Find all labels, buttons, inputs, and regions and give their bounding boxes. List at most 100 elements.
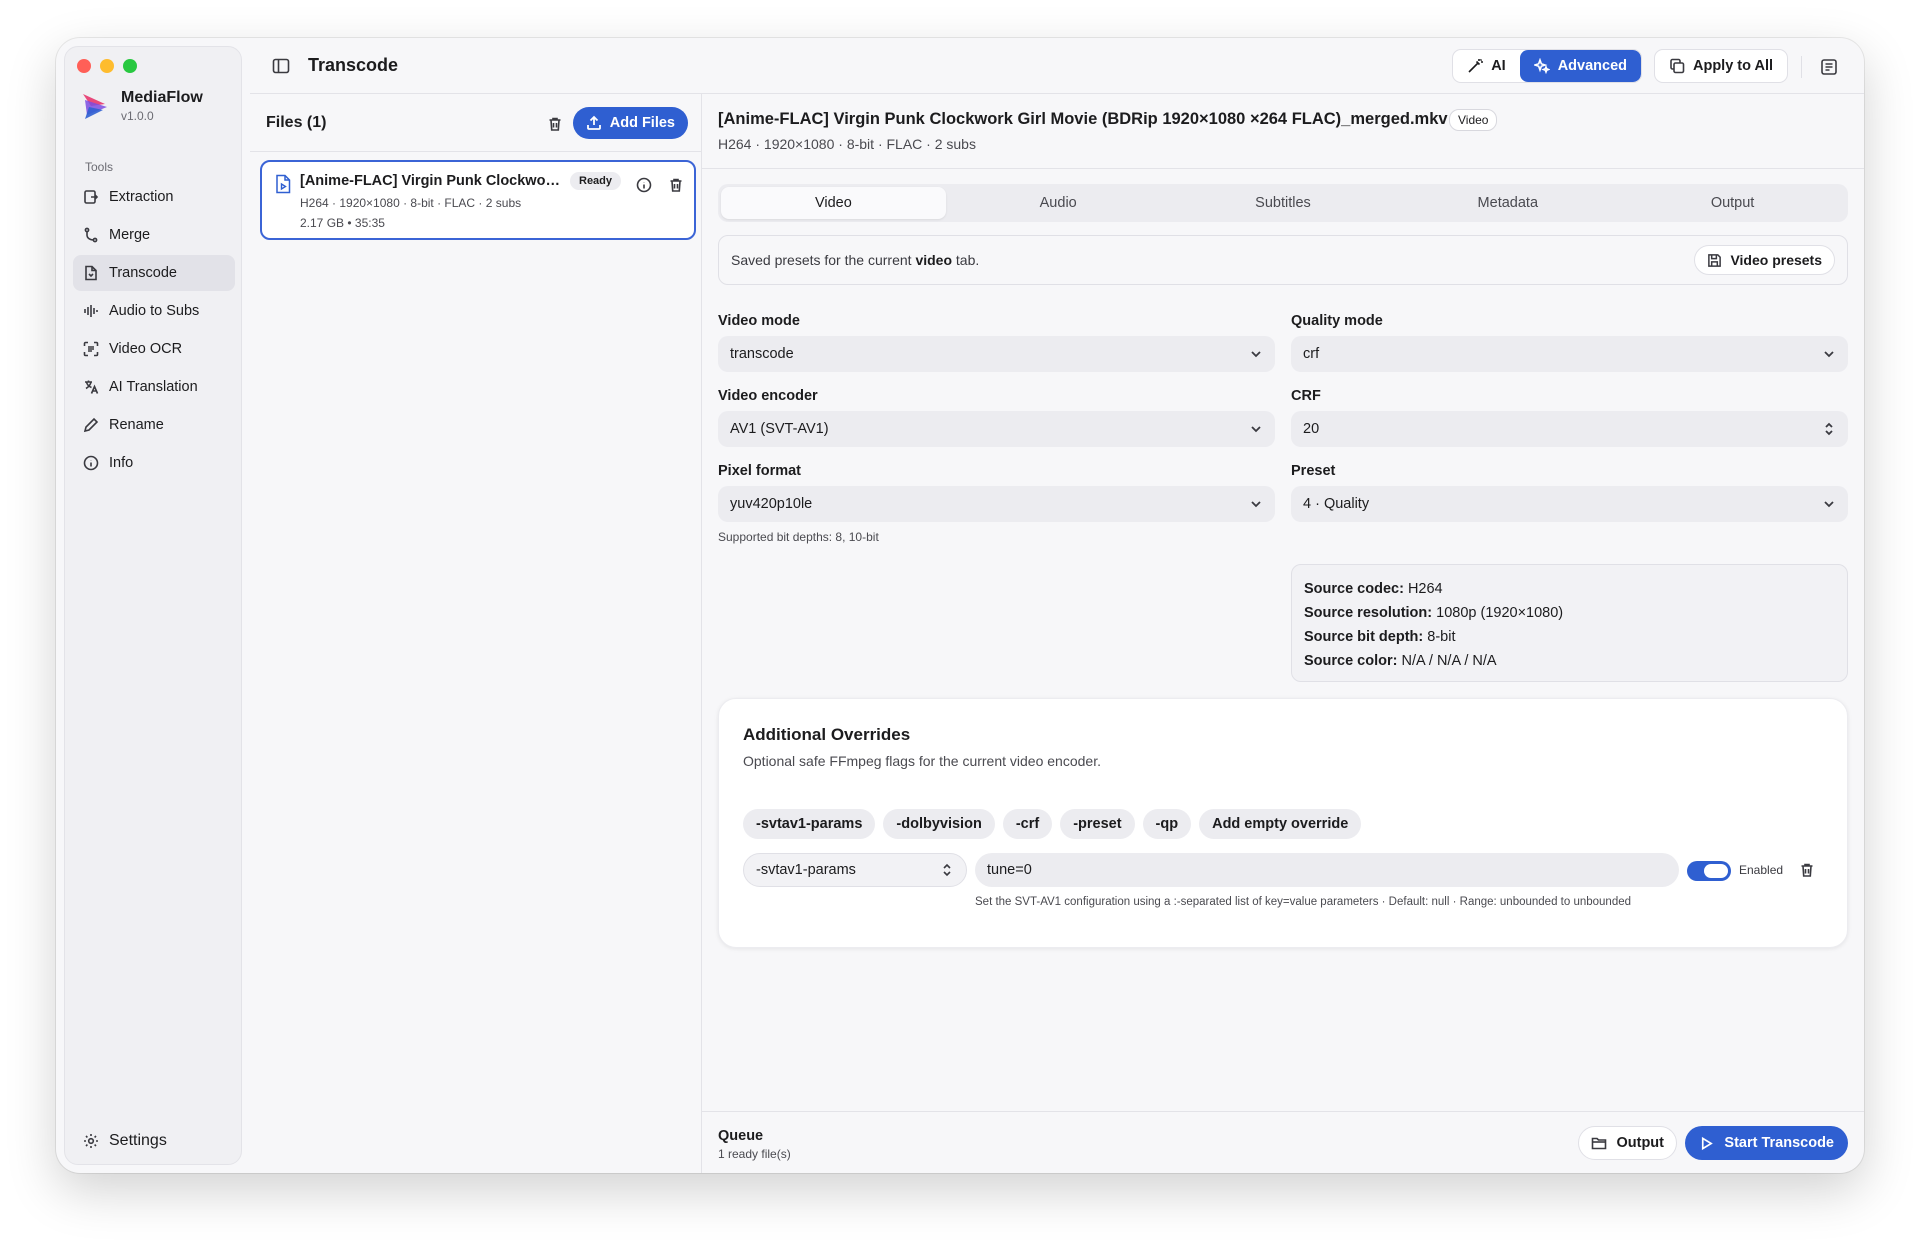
- pixel-format-hint: Supported bit depths: 8, 10-bit: [718, 530, 879, 544]
- tools-section-label: Tools: [85, 160, 114, 174]
- copy-icon: [1670, 58, 1685, 74]
- crf-label: CRF: [1291, 388, 1321, 404]
- sidebar-item-merge[interactable]: Merge: [73, 217, 235, 253]
- selected-file-title: [Anime-FLAC] Virgin Punk Clockwork Girl …: [718, 110, 1448, 128]
- sidebar-item-audio-to-subs[interactable]: Audio to Subs: [73, 293, 235, 329]
- ai-mode-label: AI: [1491, 58, 1506, 74]
- quality-mode-select[interactable]: crf: [1291, 336, 1848, 372]
- preset-select[interactable]: 4 · Quality: [1291, 486, 1848, 522]
- mode-toggle-group: AI Advanced: [1452, 49, 1642, 83]
- app-window: MediaFlow v1.0.0 Tools Extraction Merge …: [56, 38, 1864, 1173]
- tab-metadata[interactable]: Metadata: [1395, 187, 1620, 219]
- quality-mode-value: crf: [1303, 346, 1320, 362]
- waveform-icon: [84, 305, 98, 317]
- crf-stepper[interactable]: 20: [1291, 411, 1848, 447]
- brand: MediaFlow v1.0.0: [81, 89, 203, 123]
- chip-crf[interactable]: -crf: [1002, 809, 1053, 839]
- chip-qp[interactable]: -qp: [1142, 809, 1192, 839]
- advanced-mode-label: Advanced: [1557, 58, 1627, 74]
- source-resolution: Source resolution: 1080p (1920×1080): [1304, 605, 1564, 621]
- queue-footer: Queue 1 ready file(s) Output Start Trans…: [702, 1111, 1864, 1173]
- video-presets-button[interactable]: Video presets: [1694, 245, 1835, 275]
- delete-override-trash-icon[interactable]: [1799, 862, 1815, 878]
- video-mode-select[interactable]: transcode: [718, 336, 1275, 372]
- sidebar-item-transcode[interactable]: Transcode: [73, 255, 235, 291]
- pixel-format-select[interactable]: yuv420p10le: [718, 486, 1275, 522]
- sidebar-item-label: Rename: [109, 417, 164, 433]
- sidebar-item-label: AI Translation: [109, 379, 198, 395]
- chevron-down-icon: [1251, 351, 1261, 358]
- file-size-duration: 2.17 GB • 35:35: [300, 216, 385, 230]
- sidebar-item-info[interactable]: Info: [73, 445, 235, 481]
- preset-label: Preset: [1291, 463, 1336, 479]
- tab-output[interactable]: Output: [1620, 187, 1845, 219]
- zoom-window-button[interactable]: [123, 59, 137, 73]
- chip-dolbyvision[interactable]: -dolbyvision: [883, 809, 995, 839]
- transcode-main: [Anime-FLAC] Virgin Punk Clockwork Girl …: [702, 94, 1864, 1173]
- settings-button[interactable]: Settings: [83, 1132, 167, 1150]
- sidebar-item-label: Merge: [109, 227, 151, 243]
- pencil-icon: [83, 417, 99, 433]
- output-folder-button[interactable]: Output: [1578, 1126, 1677, 1160]
- overrides-title: Additional Overrides: [743, 725, 911, 744]
- remove-file-trash-icon[interactable]: [668, 177, 684, 193]
- override-flag-select[interactable]: -svtav1-params: [743, 853, 967, 887]
- overrides-subtitle: Optional safe FFmpeg flags for the curre…: [743, 753, 1101, 769]
- file-type-badge: Video: [1449, 109, 1498, 131]
- file-card[interactable]: [Anime-FLAC] Virgin Punk Clockwork Girl …: [260, 160, 696, 240]
- queue-status: 1 ready file(s): [718, 1147, 791, 1161]
- advanced-mode-button[interactable]: Advanced: [1519, 50, 1641, 82]
- tab-audio[interactable]: Audio: [946, 187, 1171, 219]
- override-enabled-label: Enabled: [1739, 863, 1784, 877]
- settings-label: Settings: [109, 1132, 167, 1149]
- start-transcode-label: Start Transcode: [1724, 1135, 1834, 1151]
- toolbar-divider: [1801, 56, 1802, 78]
- quality-mode-label: Quality mode: [1291, 313, 1383, 329]
- pixel-format-value: yuv420p10le: [730, 496, 813, 512]
- sidebar-item-label: Info: [109, 455, 134, 471]
- folder-icon: [1592, 1137, 1607, 1150]
- chevron-down-icon: [1251, 426, 1261, 433]
- save-icon: [1708, 253, 1722, 267]
- chevron-up-down-icon: [1825, 422, 1833, 436]
- app-version: v1.0.0: [121, 109, 154, 123]
- sidebar-item-extraction[interactable]: Extraction: [73, 179, 235, 215]
- sidebar-item-video-ocr[interactable]: Video OCR: [73, 331, 235, 367]
- chip-svtav1-params[interactable]: -svtav1-params: [743, 809, 876, 839]
- override-value-input[interactable]: tune=0: [975, 853, 1679, 887]
- minimize-window-button[interactable]: [100, 59, 114, 73]
- video-encoder-select[interactable]: AV1 (SVT-AV1): [718, 411, 1275, 447]
- source-color: Source color: N/A / N/A / N/A: [1304, 653, 1497, 669]
- add-files-button[interactable]: Add Files: [572, 107, 688, 139]
- output-label: Output: [1616, 1135, 1664, 1151]
- apply-to-all-button[interactable]: Apply to All: [1653, 49, 1788, 83]
- ai-mode-button[interactable]: AI: [1453, 50, 1520, 82]
- tab-subtitles[interactable]: Subtitles: [1171, 187, 1396, 219]
- magic-wand-icon: [1468, 58, 1484, 73]
- extract-icon: [84, 190, 99, 204]
- file-info-icon[interactable]: [636, 177, 652, 193]
- sidebar-toggle-icon[interactable]: [272, 57, 290, 75]
- log-panel-icon[interactable]: [1820, 58, 1838, 76]
- preset-value: 4 · Quality: [1303, 496, 1370, 512]
- close-window-button[interactable]: [77, 59, 91, 73]
- override-help-text: Set the SVT-AV1 configuration using a :-…: [975, 896, 1632, 908]
- sidebar-item-ai-translation[interactable]: AI Translation: [73, 369, 235, 405]
- scan-icon: [83, 341, 99, 357]
- file-status-badge: Ready: [570, 172, 622, 190]
- video-encoder-value: AV1 (SVT-AV1): [730, 421, 829, 437]
- start-transcode-button[interactable]: Start Transcode: [1685, 1126, 1848, 1160]
- chevron-down-icon: [1824, 351, 1834, 358]
- chip-preset[interactable]: -preset: [1060, 809, 1135, 839]
- clear-files-trash-icon[interactable]: [547, 116, 563, 132]
- file-header: [Anime-FLAC] Virgin Punk Clockwork Girl …: [702, 94, 1864, 169]
- sidebar: MediaFlow v1.0.0 Tools Extraction Merge …: [64, 46, 242, 1165]
- add-empty-override-button[interactable]: Add empty override: [1199, 809, 1362, 839]
- file-meta: H264 · 1920×1080 · 8-bit · FLAC · 2 subs: [300, 196, 522, 210]
- sidebar-item-label: Transcode: [109, 265, 177, 281]
- sidebar-item-rename[interactable]: Rename: [73, 407, 235, 443]
- sidebar-item-label: Audio to Subs: [109, 303, 200, 319]
- presets-description: Saved presets for the current video tab.: [731, 252, 980, 268]
- override-enabled-toggle[interactable]: [1687, 861, 1731, 881]
- tab-video[interactable]: Video: [721, 187, 946, 219]
